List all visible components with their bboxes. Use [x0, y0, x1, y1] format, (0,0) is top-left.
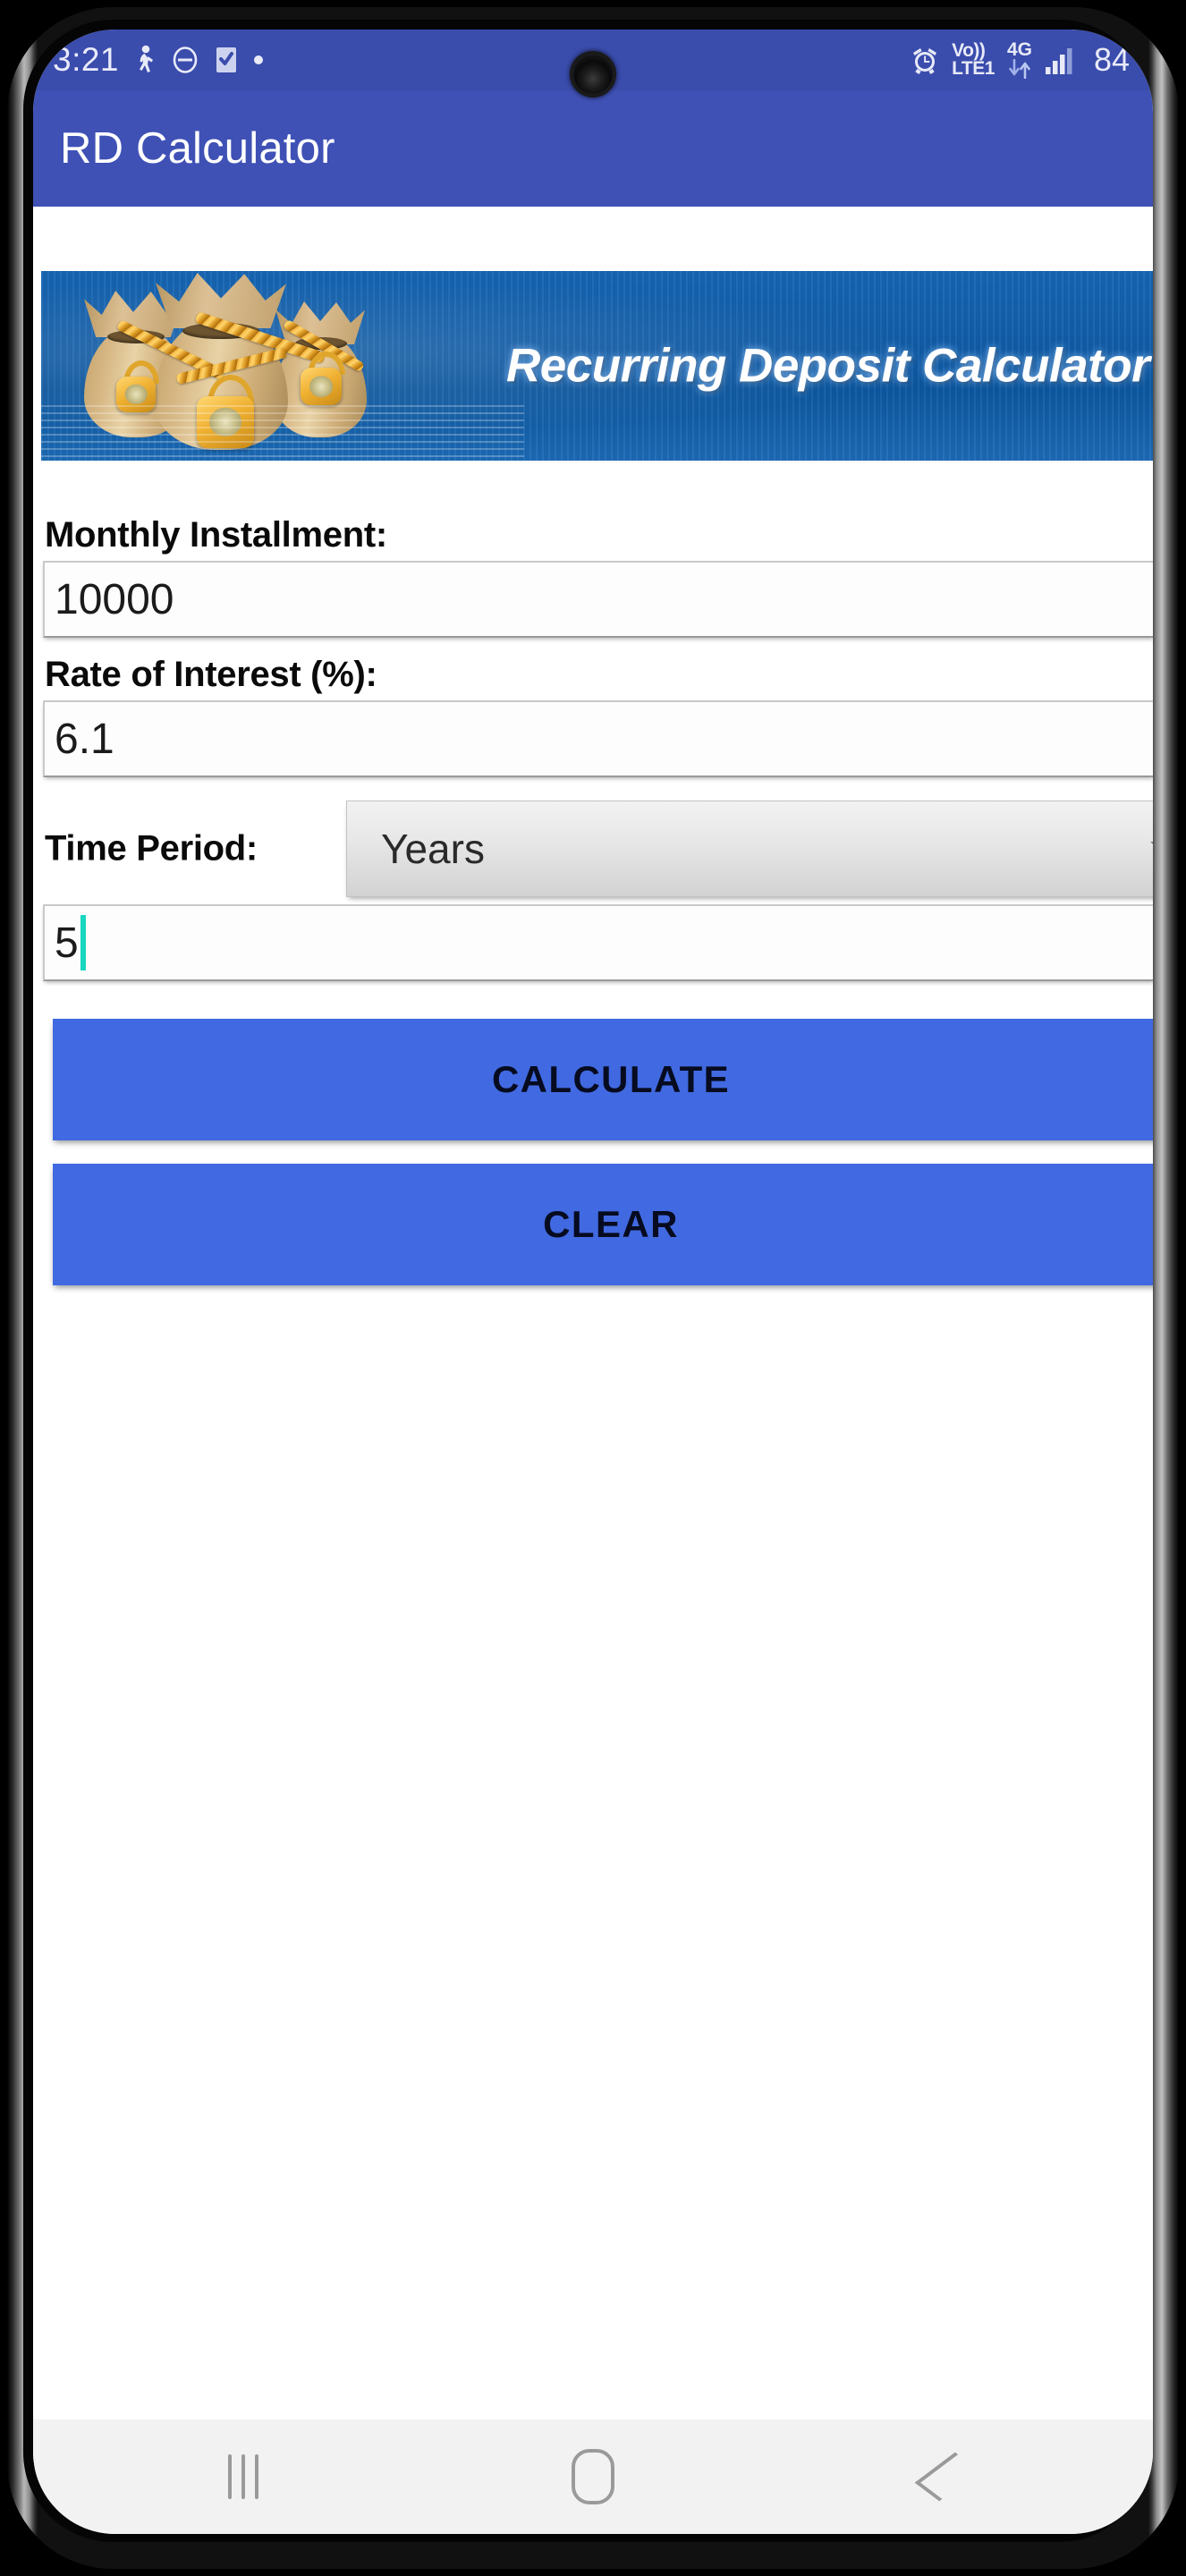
- alarm-icon: [910, 45, 940, 75]
- time-period-label: Time Period:: [45, 828, 258, 869]
- action-buttons: CALCULATE CLEAR: [33, 1019, 1153, 1285]
- home-button[interactable]: [539, 2423, 647, 2530]
- monthly-installment-value: 10000: [55, 575, 174, 623]
- back-icon: [914, 2452, 979, 2502]
- calculate-button[interactable]: CALCULATE: [53, 1019, 1153, 1140]
- volte-label-top: Vo)): [952, 40, 986, 62]
- banner-title: Recurring Deposit Calculator: [506, 339, 1150, 393]
- status-bar-left: 3:21: [53, 41, 264, 79]
- phone-screen: 3:21 Vo)) LTE1 4G 84 RD Calculator Recur…: [33, 30, 1153, 2534]
- main-content: Recurring Deposit Calculator Monthly Ins…: [33, 207, 1153, 2534]
- network-type-label: 4G: [1006, 39, 1032, 61]
- app-bar: RD Calculator: [33, 90, 1153, 207]
- volte-label-bottom: LTE1: [952, 58, 995, 79]
- home-icon: [571, 2449, 614, 2504]
- field-gap: [33, 638, 1153, 656]
- back-button[interactable]: [889, 2423, 996, 2530]
- top-spacer: [33, 207, 1153, 271]
- status-time: 3:21: [53, 41, 120, 78]
- recents-button[interactable]: [190, 2423, 297, 2530]
- banner-water-reflection: [41, 405, 524, 461]
- signal-bars-icon: [1045, 45, 1080, 75]
- system-navigation-bar: [33, 2419, 1153, 2534]
- rate-of-interest-label: Rate of Interest (%):: [45, 655, 377, 694]
- checkbox-icon: [214, 46, 239, 74]
- app-title: RD Calculator: [60, 124, 335, 173]
- time-period-row: Time Period: Years: [33, 801, 1153, 897]
- dot-icon: [253, 55, 264, 65]
- person-walking-icon: [133, 45, 157, 75]
- front-camera-punch-hole: [573, 55, 613, 94]
- monthly-installment-input[interactable]: 10000: [43, 561, 1153, 638]
- recents-icon: [228, 2454, 259, 2499]
- time-period-value: 5: [55, 919, 79, 967]
- text-caret: [80, 915, 86, 970]
- monthly-installment-label: Monthly Installment:: [45, 515, 387, 555]
- banner-image: Recurring Deposit Calculator: [41, 271, 1153, 461]
- rate-of-interest-input[interactable]: 6.1: [43, 700, 1153, 777]
- rate-of-interest-value: 6.1: [55, 715, 114, 763]
- status-bar: 3:21 Vo)) LTE1 4G 84: [33, 30, 1153, 94]
- phone-device: 3:21 Vo)) LTE1 4G 84 RD Calculator Recur…: [0, 0, 1186, 2576]
- banner-bottom-spacer: [33, 461, 1153, 516]
- time-period-unit-dropdown[interactable]: Years: [346, 801, 1153, 897]
- calculator-form: Monthly Installment: 10000 Rate of Inter…: [33, 516, 1153, 1285]
- clear-button[interactable]: CLEAR: [53, 1164, 1153, 1285]
- network-indicator: 4G: [1006, 39, 1033, 79]
- battery-percent: 84: [1093, 41, 1130, 78]
- volte-indicator: Vo)) LTE1: [952, 40, 995, 79]
- do-not-disturb-icon: [171, 46, 199, 74]
- chevron-down-icon: [1150, 842, 1153, 856]
- status-bar-right: Vo)) LTE1 4G 84: [910, 39, 1130, 79]
- data-transfer-arrows-icon: [1006, 58, 1033, 79]
- time-period-value-input[interactable]: 5: [43, 904, 1153, 981]
- time-period-unit-value: Years: [381, 826, 485, 872]
